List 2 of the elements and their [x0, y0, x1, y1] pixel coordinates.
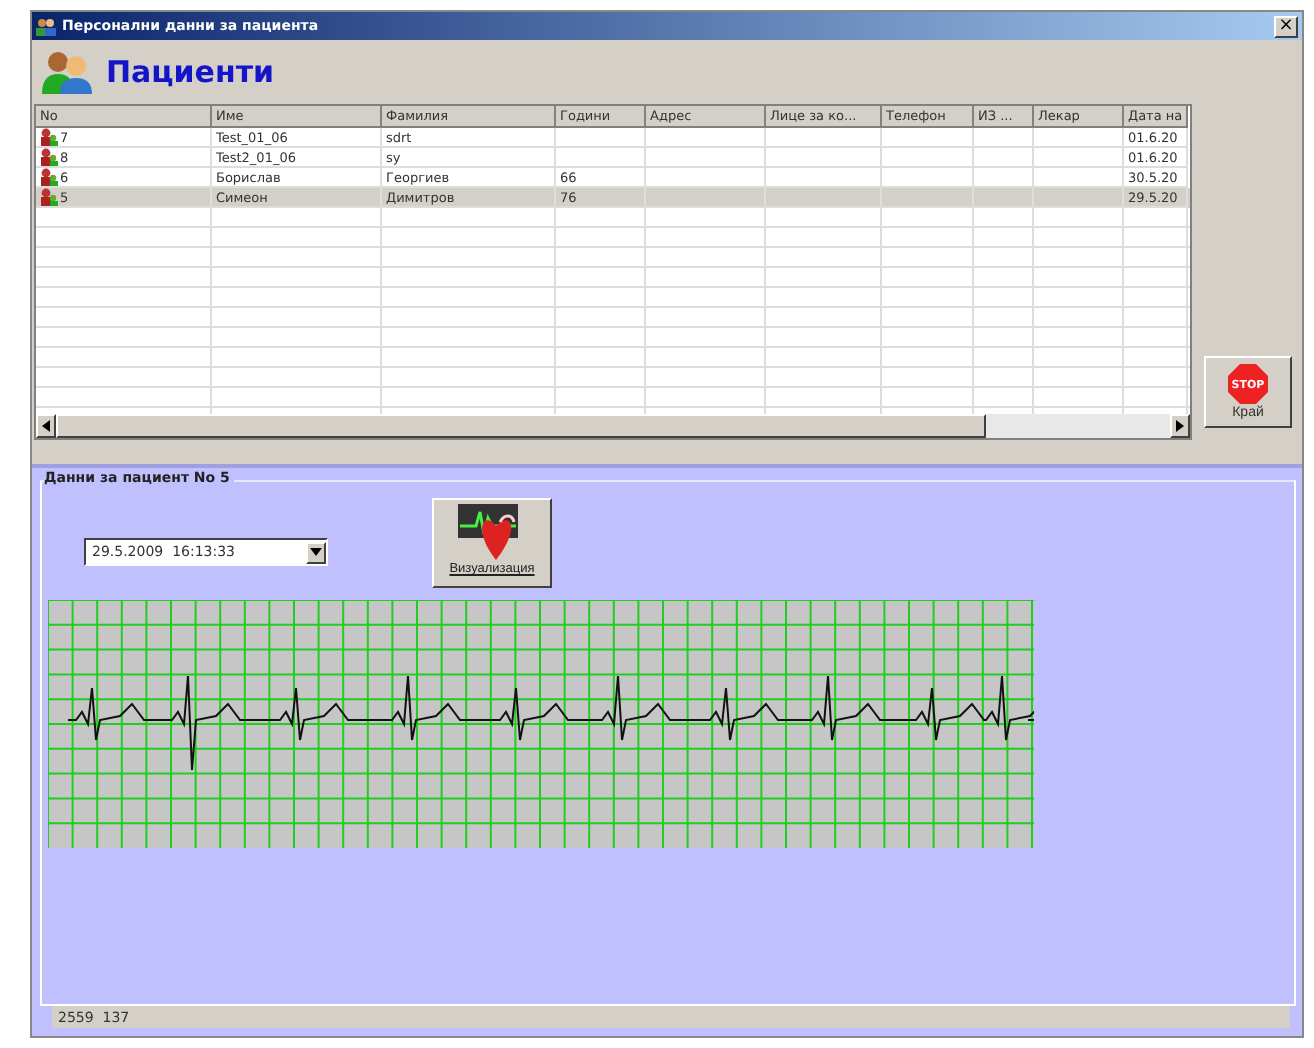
page-heading: Пациенти [106, 54, 275, 90]
close-button[interactable]: × [1274, 15, 1298, 37]
